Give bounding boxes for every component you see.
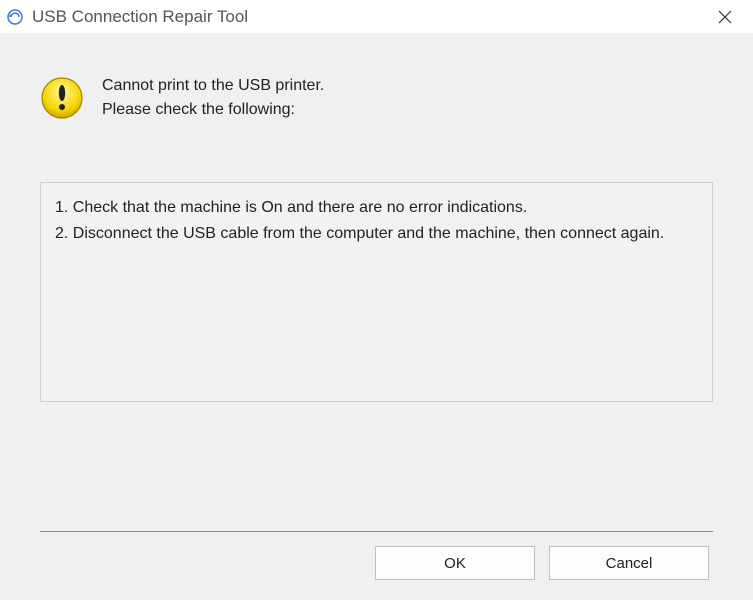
button-row: OK Cancel (40, 531, 713, 580)
message-text: Cannot print to the USB printer. Please … (102, 74, 324, 122)
spacer (40, 402, 713, 511)
dialog-content: Cannot print to the USB printer. Please … (0, 34, 753, 600)
message-line-1: Cannot print to the USB printer. (102, 74, 324, 98)
app-icon (6, 8, 24, 26)
cancel-button[interactable]: Cancel (549, 546, 709, 580)
ok-button[interactable]: OK (375, 546, 535, 580)
dialog-window: USB Connection Repair Tool (0, 0, 753, 600)
instruction-item-2: 2. Disconnect the USB cable from the com… (55, 221, 698, 247)
message-row: Cannot print to the USB printer. Please … (40, 74, 713, 122)
message-line-2: Please check the following: (102, 98, 324, 122)
warning-icon (40, 76, 84, 120)
close-button[interactable] (705, 2, 745, 32)
instructions-panel: 1. Check that the machine is On and ther… (40, 182, 713, 402)
titlebar: USB Connection Repair Tool (0, 0, 753, 34)
close-icon (718, 10, 732, 24)
window-title: USB Connection Repair Tool (32, 7, 705, 27)
instruction-item-1: 1. Check that the machine is On and ther… (55, 195, 698, 221)
